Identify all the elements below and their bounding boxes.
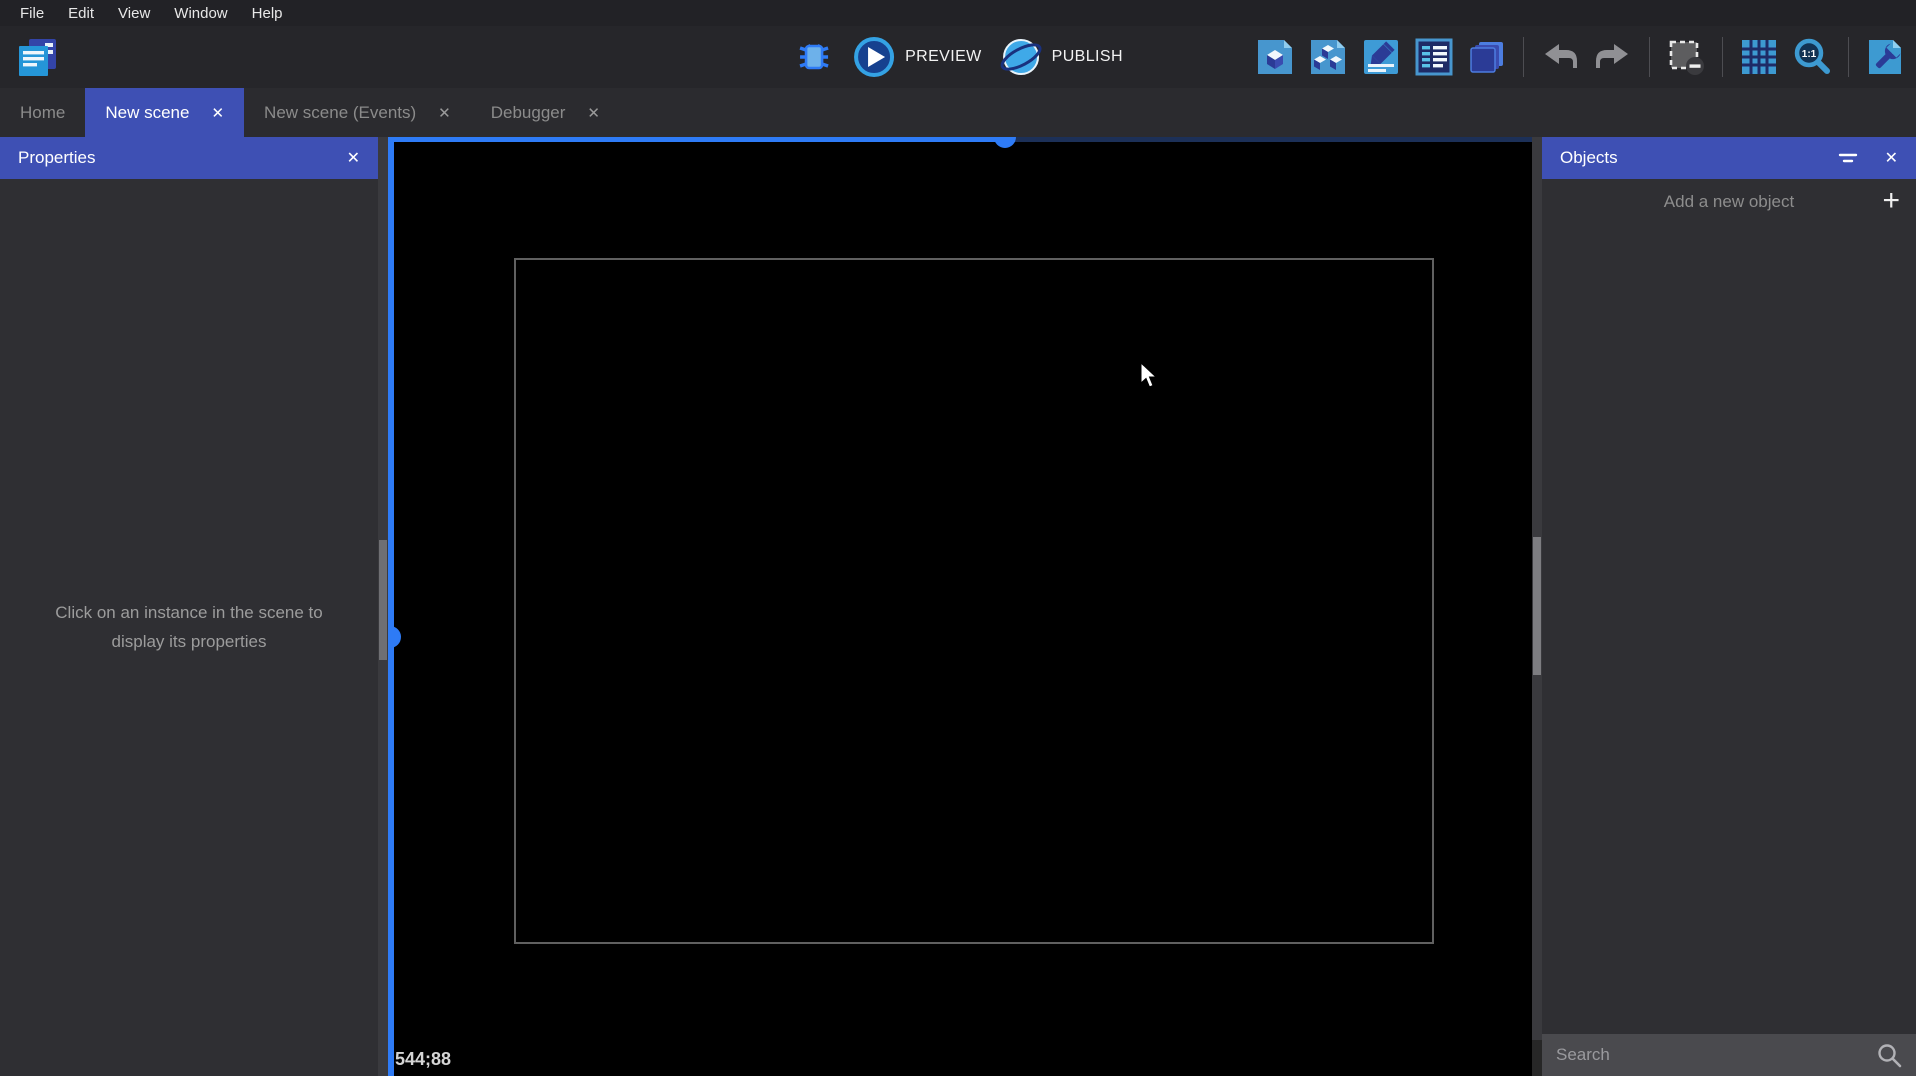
redo-icon[interactable]	[1592, 36, 1634, 78]
instances-list-icon[interactable]	[1307, 36, 1349, 78]
tab-label: New scene (Events)	[264, 103, 416, 123]
layers-icon[interactable]	[1466, 36, 1508, 78]
toolbar-separator	[1523, 37, 1524, 77]
scene-canvas[interactable]: 544;88	[388, 137, 1532, 1076]
menu-edit[interactable]: Edit	[56, 3, 106, 24]
mouse-cursor-icon	[1140, 363, 1162, 394]
objects-editor-icon[interactable]	[1254, 36, 1296, 78]
objects-search-row	[1542, 1034, 1916, 1076]
toolbar-separator	[1649, 37, 1650, 77]
zoom-original-icon[interactable]: 1:1	[1791, 36, 1833, 78]
close-icon[interactable]: ✕	[1885, 148, 1898, 168]
objects-search-input[interactable]	[1556, 1045, 1876, 1065]
canvas-scrollbar[interactable]	[1532, 137, 1542, 1040]
tab-close-icon[interactable]: ✕	[211, 104, 224, 122]
filter-icon[interactable]	[1837, 147, 1859, 169]
menu-window[interactable]: Window	[162, 3, 239, 24]
tab-home[interactable]: Home	[0, 88, 85, 137]
add-object-label: Add a new object	[1542, 192, 1916, 212]
selection-border-top	[388, 137, 1015, 142]
zoom-ratio-label: 1:1	[1802, 49, 1817, 60]
add-object-row: Add a new object +	[1542, 179, 1916, 225]
cursor-coordinates: 544;88	[395, 1049, 451, 1070]
tab-label: New scene	[105, 103, 189, 123]
scene-settings-icon[interactable]	[1864, 36, 1906, 78]
toolbar-separator	[1848, 37, 1849, 77]
properties-panel-title: Properties	[18, 148, 95, 168]
canvas-border-top	[1015, 137, 1532, 142]
menu-help[interactable]: Help	[240, 3, 295, 24]
selection-handle-left[interactable]	[388, 626, 401, 648]
events-list-icon[interactable]	[1413, 36, 1455, 78]
properties-panel-body: Click on an instance in the scene to dis…	[0, 179, 378, 1076]
toolbar: PREVIEW PUBLISH	[0, 26, 1916, 88]
selection-border-left	[388, 137, 394, 1076]
grid-icon[interactable]	[1738, 36, 1780, 78]
menu-view[interactable]: View	[106, 3, 162, 24]
tab-debugger[interactable]: Debugger ✕	[471, 88, 620, 137]
properties-panel-header: Properties ✕	[0, 137, 378, 179]
search-icon[interactable]	[1876, 1042, 1902, 1068]
tab-close-icon[interactable]: ✕	[438, 104, 451, 122]
close-icon[interactable]: ✕	[347, 148, 360, 168]
publish-globe-icon	[1000, 36, 1042, 78]
tab-label: Debugger	[491, 103, 566, 123]
preview-play-icon	[853, 36, 895, 78]
undo-icon[interactable]	[1539, 36, 1581, 78]
publish-button[interactable]: PUBLISH	[1000, 36, 1123, 78]
add-object-button[interactable]: +	[1882, 183, 1900, 219]
gdevelop-window: File Edit View Window Help	[0, 0, 1916, 1076]
preview-label: PREVIEW	[905, 48, 982, 66]
properties-panel: Properties ✕ Click on an instance in the…	[0, 137, 378, 1076]
scene-window-rectangle	[514, 258, 1434, 944]
properties-scrollbar-thumb[interactable]	[379, 540, 387, 660]
tab-label: Home	[20, 103, 65, 123]
objects-panel-title: Objects	[1560, 148, 1618, 168]
menu-bar: File Edit View Window Help	[0, 0, 1916, 26]
objects-list[interactable]	[1542, 225, 1916, 1034]
preview-button[interactable]: PREVIEW	[853, 36, 982, 78]
objects-panel-header: Objects ✕	[1542, 137, 1916, 179]
tab-new-scene[interactable]: New scene ✕	[85, 88, 244, 137]
toolbar-separator	[1722, 37, 1723, 77]
publish-label: PUBLISH	[1052, 48, 1123, 66]
debug-icon[interactable]	[793, 36, 835, 78]
project-manager-icon[interactable]	[14, 34, 60, 80]
selection-handle-top[interactable]	[994, 137, 1016, 148]
objects-panel: Objects ✕ Add a new object +	[1542, 137, 1916, 1076]
canvas-scrollbar-thumb[interactable]	[1533, 537, 1541, 675]
properties-edit-icon[interactable]	[1360, 36, 1402, 78]
properties-scrollbar[interactable]	[378, 137, 388, 1076]
tab-new-scene-events[interactable]: New scene (Events) ✕	[244, 88, 471, 137]
tab-close-icon[interactable]: ✕	[587, 104, 600, 122]
properties-empty-message: Click on an instance in the scene to dis…	[34, 599, 344, 655]
menu-file[interactable]: File	[8, 3, 56, 24]
deselect-all-icon[interactable]	[1665, 36, 1707, 78]
tab-bar: Home New scene ✕ New scene (Events) ✕ De…	[0, 88, 1916, 137]
